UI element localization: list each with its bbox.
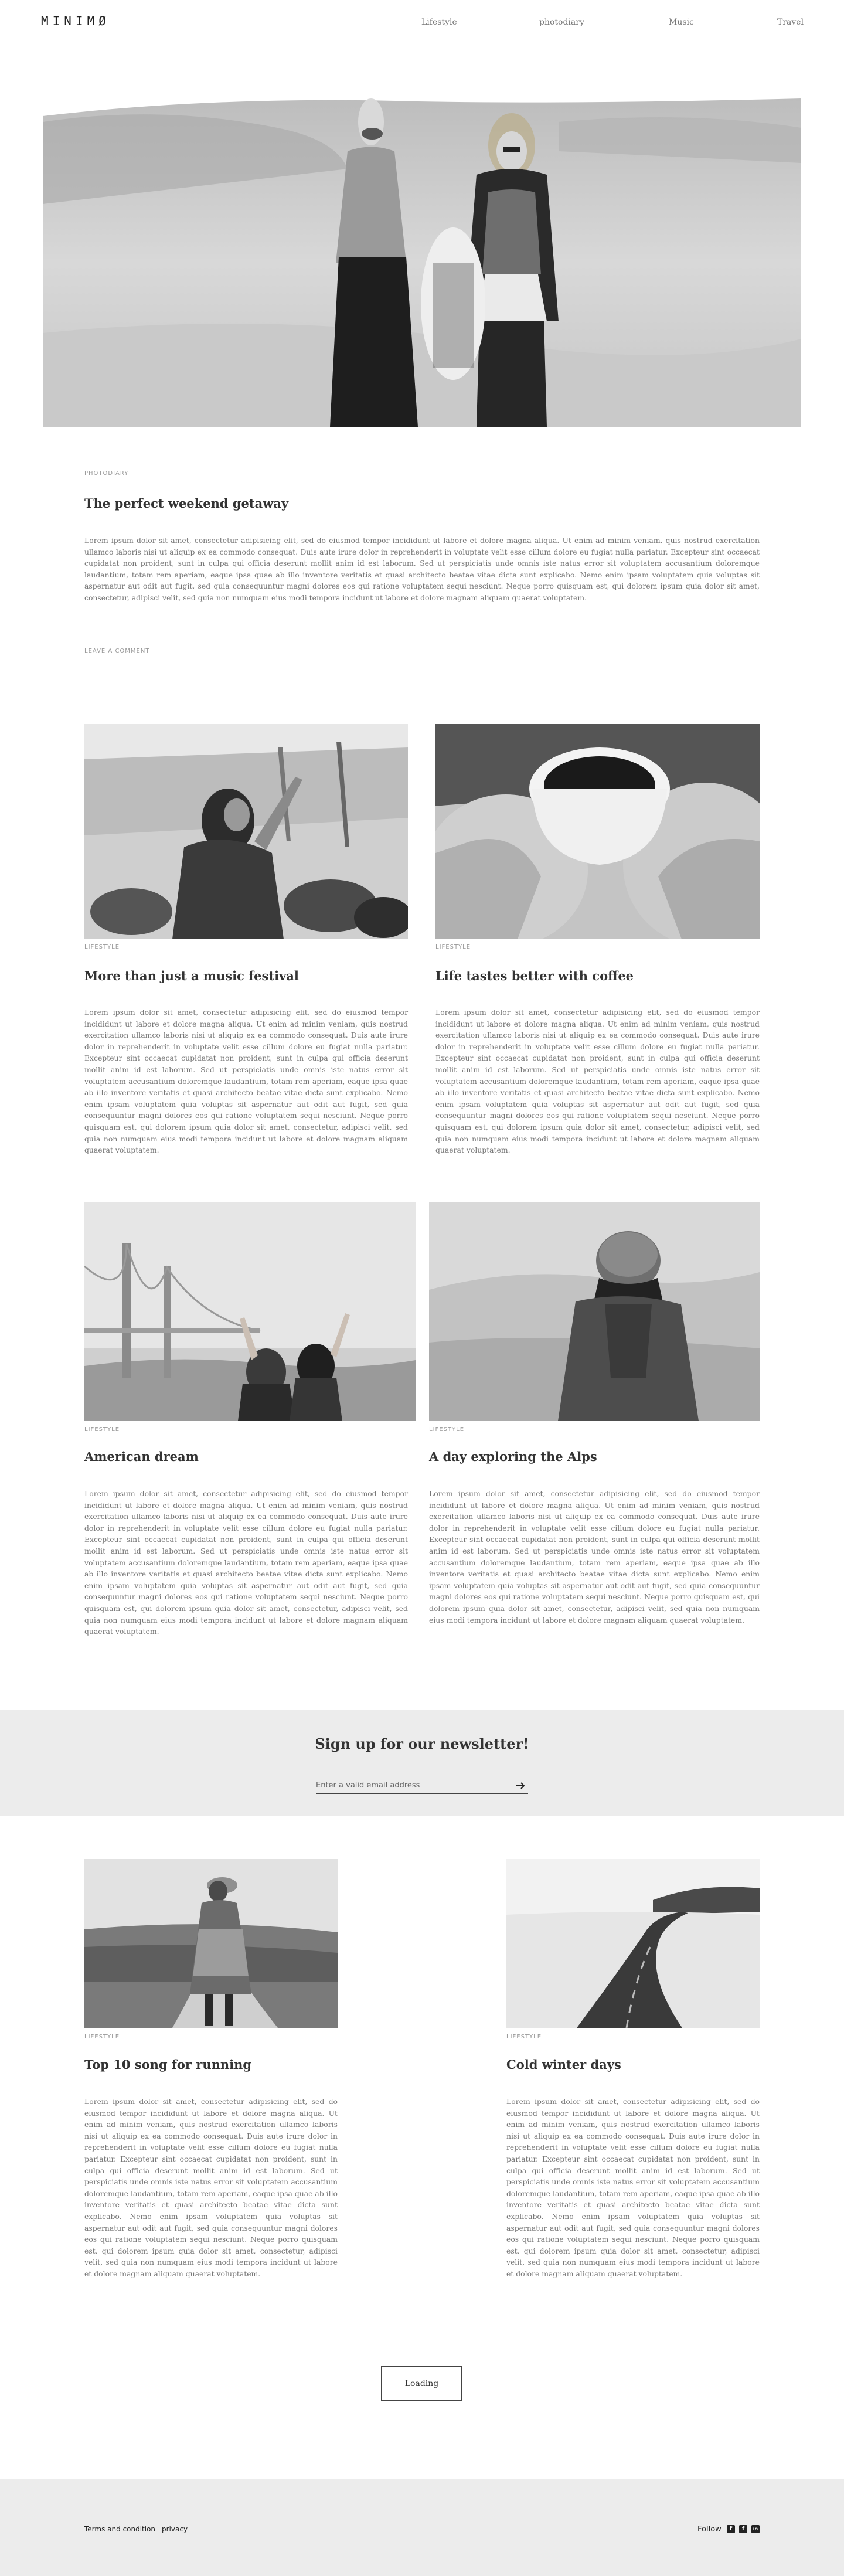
facebook-square-icon[interactable]: f bbox=[739, 2525, 747, 2533]
post-text: Lorem ipsum dolor sit amet, consectetur … bbox=[84, 1008, 408, 1155]
post-title-alps[interactable]: A day exploring the Alps bbox=[429, 1449, 597, 1464]
post-image-winter[interactable] bbox=[506, 1859, 760, 2028]
post-tag[interactable]: LIFESTYLE bbox=[435, 944, 471, 950]
post-title-winter[interactable]: Cold winter days bbox=[506, 2057, 621, 2072]
featured-post-title[interactable]: The perfect weekend getaway bbox=[84, 496, 288, 511]
loading-button[interactable]: Loading bbox=[381, 2366, 462, 2401]
terms-link[interactable]: Terms and condition bbox=[84, 2525, 155, 2533]
post-title-coffee[interactable]: Life tastes better with coffee bbox=[435, 968, 634, 983]
featured-post-text: Lorem ipsum dolor sit amet, consectetur … bbox=[84, 536, 760, 602]
post-title-music-festival[interactable]: More than just a music festival bbox=[84, 968, 299, 983]
post-text: Lorem ipsum dolor sit amet, consectetur … bbox=[429, 1489, 760, 1625]
nav-link-travel[interactable]: Travel bbox=[777, 18, 804, 27]
newsletter-email-input[interactable] bbox=[316, 1778, 528, 1794]
post-text: Lorem ipsum dolor sit amet, consectetur … bbox=[84, 2097, 338, 2278]
leave-comment-link[interactable]: LEAVE A COMMENT bbox=[84, 648, 149, 654]
nav-link-photodiary[interactable]: photodiary bbox=[539, 18, 584, 27]
post-title-american-dream[interactable]: American dream bbox=[84, 1449, 199, 1464]
post-text: Lorem ipsum dolor sit amet, consectetur … bbox=[506, 2097, 760, 2278]
site-header: MINIMØ Lifestyle photodiary Music Travel bbox=[0, 0, 844, 44]
arrow-right-icon[interactable] bbox=[513, 1779, 528, 1793]
hero-image[interactable] bbox=[43, 87, 801, 427]
post-image-running[interactable] bbox=[84, 1859, 338, 2028]
linkedin-icon[interactable]: in bbox=[751, 2525, 760, 2533]
post-text: Lorem ipsum dolor sit amet, consectetur … bbox=[84, 1489, 408, 1636]
post-image-music-festival[interactable] bbox=[84, 724, 408, 939]
privacy-link[interactable]: privacy bbox=[162, 2525, 188, 2533]
site-footer: Terms and condition privacy Follow f f i… bbox=[0, 2479, 844, 2576]
nav-link-music[interactable]: Music bbox=[669, 18, 694, 27]
post-image-american-dream[interactable] bbox=[84, 1202, 416, 1421]
post-image-coffee[interactable] bbox=[435, 724, 760, 939]
post-tag[interactable]: LIFESTYLE bbox=[429, 1426, 464, 1433]
follow-label: Follow bbox=[697, 2525, 722, 2534]
post-tag[interactable]: LIFESTYLE bbox=[84, 944, 120, 950]
newsletter-title: Sign up for our newsletter! bbox=[315, 1735, 529, 1752]
featured-post-tag[interactable]: PHOTODIARY bbox=[84, 470, 128, 477]
post-tag[interactable]: LIFESTYLE bbox=[506, 2034, 542, 2040]
post-text: Lorem ipsum dolor sit amet, consectetur … bbox=[435, 1008, 760, 1155]
nav-link-lifestyle[interactable]: Lifestyle bbox=[421, 18, 457, 27]
post-tag[interactable]: LIFESTYLE bbox=[84, 1426, 120, 1433]
post-tag[interactable]: LIFESTYLE bbox=[84, 2034, 120, 2040]
post-title-running[interactable]: Top 10 song for running bbox=[84, 2057, 251, 2072]
newsletter-section: Sign up for our newsletter! bbox=[0, 1710, 844, 1816]
facebook-icon[interactable]: f bbox=[727, 2525, 735, 2533]
site-logo[interactable]: MINIMØ bbox=[41, 14, 110, 28]
post-image-alps[interactable] bbox=[429, 1202, 760, 1421]
